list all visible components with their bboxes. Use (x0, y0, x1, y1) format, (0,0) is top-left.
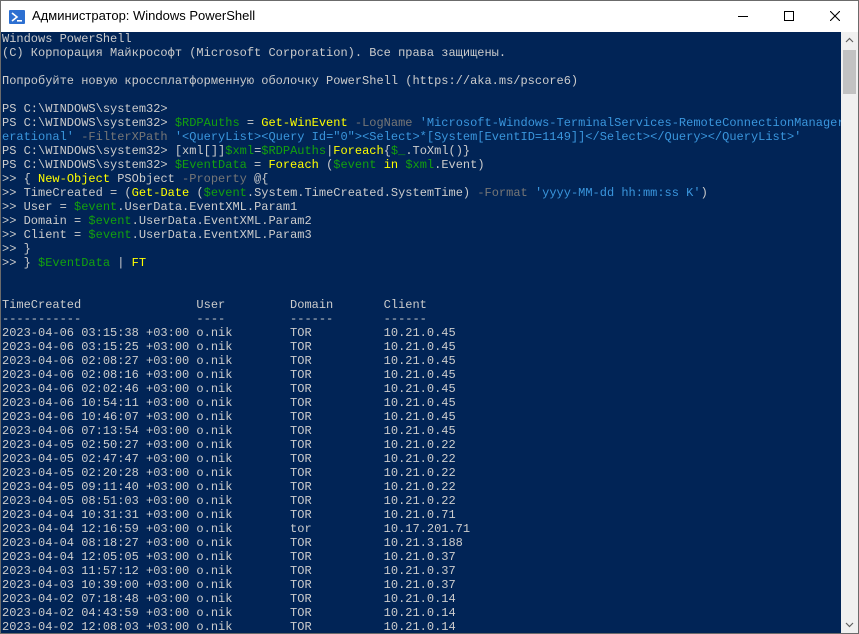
command-line-2: PS C:\WINDOWS\system32> [xml[]]$xml=$RDP… (2, 144, 471, 158)
table-row: 2023-04-05 08:51:03 +03:00 o.nik TOR 10.… (2, 494, 456, 508)
scrollbar-thumb[interactable] (843, 50, 856, 94)
table-row: 2023-04-04 12:16:59 +03:00 o.nik tor 10.… (2, 522, 471, 536)
table-row: 2023-04-02 07:18:48 +03:00 o.nik TOR 10.… (2, 592, 456, 606)
command-line-3: PS C:\WINDOWS\system32> $EventData = For… (2, 158, 485, 172)
table-row: 2023-04-06 10:54:11 +03:00 o.nik TOR 10.… (2, 396, 456, 410)
maximize-button[interactable] (766, 1, 812, 32)
window-title: Администратор: Windows PowerShell (32, 8, 256, 23)
table-row: 2023-04-03 10:39:00 +03:00 o.nik TOR 10.… (2, 578, 456, 592)
scroll-up-button[interactable] (841, 32, 858, 49)
powershell-window: Администратор: Windows PowerShell Window… (0, 0, 859, 634)
table-row: 2023-04-05 02:20:28 +03:00 o.nik TOR 10.… (2, 466, 456, 480)
command-line-9: >> } (2, 242, 31, 256)
chevron-down-icon (845, 622, 854, 628)
table-row: 2023-04-04 10:31:31 +03:00 o.nik TOR 10.… (2, 508, 456, 522)
table-row: 2023-04-05 02:47:47 +03:00 o.nik TOR 10.… (2, 452, 456, 466)
table-row: 2023-04-06 02:08:16 +03:00 o.nik TOR 10.… (2, 368, 456, 382)
close-button[interactable] (812, 1, 858, 32)
command-line-1-wrap: erational' -FilterXPath '<QueryList><Que… (2, 130, 802, 144)
table-row: 2023-04-04 08:18:27 +03:00 o.nik TOR 10.… (2, 536, 463, 550)
console-output[interactable]: Windows PowerShell (C) Корпорация Майкро… (1, 32, 841, 633)
minimize-button[interactable] (720, 1, 766, 32)
table-row: 2023-04-02 12:08:03 +03:00 o.nik TOR 10.… (2, 620, 456, 633)
chevron-up-icon (845, 37, 854, 43)
table-row: 2023-04-04 12:05:05 +03:00 o.nik TOR 10.… (2, 550, 456, 564)
table-row: 2023-04-02 04:43:59 +03:00 o.nik TOR 10.… (2, 606, 456, 620)
command-line-6: >> User = $event.UserData.EventXML.Param… (2, 200, 298, 214)
console-line: PS C:\WINDOWS\system32> (2, 102, 168, 116)
table-row: 2023-04-06 02:02:46 +03:00 o.nik TOR 10.… (2, 382, 456, 396)
command-line-8: >> Client = $event.UserData.EventXML.Par… (2, 228, 312, 242)
table-row: 2023-04-06 02:08:27 +03:00 o.nik TOR 10.… (2, 354, 456, 368)
table-separator: ----------- ---- ------ ------ (2, 312, 427, 326)
console-line: Windows PowerShell (2, 32, 132, 46)
command-line-10: >> } $EventData | FT (2, 256, 147, 270)
maximize-icon (784, 11, 794, 21)
table-row: 2023-04-06 03:15:25 +03:00 o.nik TOR 10.… (2, 340, 456, 354)
command-line-4: >> { New-Object PSObject -Property @{ (2, 172, 269, 186)
powershell-icon (9, 9, 25, 25)
command-line-7: >> Domain = $event.UserData.EventXML.Par… (2, 214, 312, 228)
command-line-5: >> TimeCreated = (Get-Date ($event.Syste… (2, 186, 708, 200)
table-row: 2023-04-06 10:46:07 +03:00 o.nik TOR 10.… (2, 410, 456, 424)
table-body: 2023-04-06 03:15:38 +03:00 o.nik TOR 10.… (1, 326, 841, 633)
table-header: TimeCreated User Domain Client (2, 298, 427, 312)
table-row: 2023-04-03 11:57:12 +03:00 o.nik TOR 10.… (2, 564, 456, 578)
table-row: 2023-04-05 02:50:27 +03:00 o.nik TOR 10.… (2, 438, 456, 452)
title-bar[interactable]: Администратор: Windows PowerShell (1, 1, 858, 32)
close-icon (830, 11, 840, 21)
vertical-scrollbar[interactable] (841, 32, 858, 633)
console-line: (C) Корпорация Майкрософт (Microsoft Cor… (2, 46, 507, 60)
table-row: 2023-04-05 09:11:40 +03:00 o.nik TOR 10.… (2, 480, 456, 494)
table-row: 2023-04-06 07:13:54 +03:00 o.nik TOR 10.… (2, 424, 456, 438)
minimize-icon (738, 16, 748, 17)
table-row: 2023-04-06 03:15:38 +03:00 o.nik TOR 10.… (2, 326, 456, 340)
command-line-1: PS C:\WINDOWS\system32> $RDPAuths = Get-… (2, 116, 841, 130)
scroll-down-button[interactable] (841, 616, 858, 633)
console-line: Попробуйте новую кроссплатформенную обол… (2, 74, 579, 88)
